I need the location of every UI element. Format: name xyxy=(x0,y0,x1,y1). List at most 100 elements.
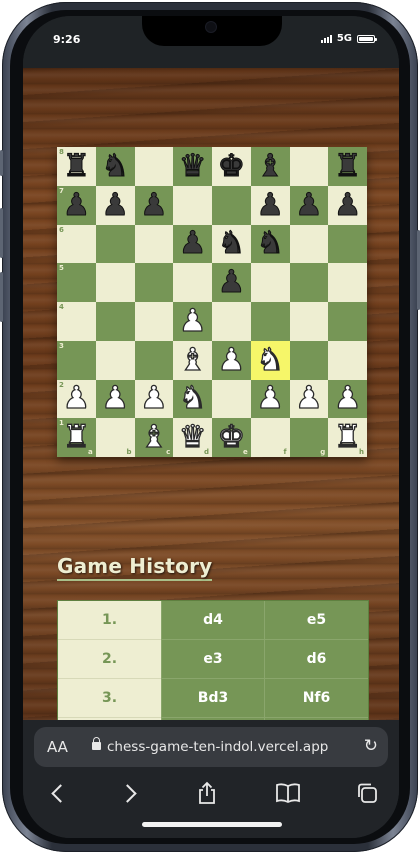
black-pawn-icon[interactable]: ♟ xyxy=(101,189,130,221)
square-f3[interactable]: ♞ xyxy=(250,340,290,380)
bookmarks-button[interactable] xyxy=(268,776,308,810)
square-g4[interactable] xyxy=(289,302,329,341)
square-e7[interactable] xyxy=(212,185,251,225)
square-c3[interactable] xyxy=(134,340,174,380)
square-e2[interactable] xyxy=(212,379,251,419)
square-f4[interactable] xyxy=(250,302,290,341)
square-h1[interactable]: h ♜ xyxy=(328,418,367,457)
white-pawn-icon[interactable]: ♟ xyxy=(294,382,323,414)
square-h2[interactable]: ♟ xyxy=(328,379,367,419)
white-pawn-icon[interactable]: ♟ xyxy=(256,382,285,414)
square-f6[interactable]: ♞ xyxy=(250,224,290,264)
square-g8[interactable] xyxy=(289,147,329,186)
black-pawn-icon[interactable]: ♟ xyxy=(62,189,91,221)
square-h3[interactable] xyxy=(328,340,367,380)
square-d8[interactable]: ♛ xyxy=(173,147,212,186)
square-g7[interactable]: ♟ xyxy=(289,185,329,225)
square-h5[interactable] xyxy=(328,263,367,302)
square-b6[interactable] xyxy=(95,224,135,264)
square-a3[interactable]: 3 xyxy=(57,340,96,380)
black-knight-icon[interactable]: ♞ xyxy=(101,150,130,182)
square-e6[interactable]: ♞ xyxy=(212,224,251,264)
square-e5[interactable]: ♟ xyxy=(212,263,251,302)
square-c7[interactable]: ♟ xyxy=(134,185,174,225)
reload-icon[interactable]: ↻ xyxy=(364,736,378,756)
square-f1[interactable]: f xyxy=(250,418,290,457)
square-b8[interactable]: ♞ xyxy=(95,147,135,186)
square-f7[interactable]: ♟ xyxy=(250,185,290,225)
black-pawn-icon[interactable]: ♟ xyxy=(178,227,207,259)
square-c6[interactable] xyxy=(134,224,174,264)
square-e3[interactable]: ♟ xyxy=(212,340,251,380)
square-b4[interactable] xyxy=(95,302,135,341)
square-e8[interactable]: ♚ xyxy=(212,147,251,186)
square-c8[interactable] xyxy=(134,147,174,186)
black-queen-icon[interactable]: ♛ xyxy=(178,150,207,182)
square-b5[interactable] xyxy=(95,263,135,302)
white-queen-icon[interactable]: ♛ xyxy=(178,421,207,453)
square-f2[interactable]: ♟ xyxy=(250,379,290,419)
square-a1[interactable]: 1 a ♜ xyxy=(57,418,96,457)
square-a7[interactable]: 7 ♟ xyxy=(57,185,96,225)
square-d1[interactable]: d ♛ xyxy=(173,418,212,457)
url-text[interactable]: chess-game-ten-indol.vercel.app xyxy=(107,739,328,755)
square-d6[interactable]: ♟ xyxy=(173,224,212,264)
square-h8[interactable]: ♜ xyxy=(328,147,367,186)
square-b2[interactable]: ♟ xyxy=(95,379,135,419)
square-a2[interactable]: 2 ♟ xyxy=(57,379,96,419)
square-f5[interactable] xyxy=(250,263,290,302)
share-button[interactable] xyxy=(187,776,227,810)
black-rook-icon[interactable]: ♜ xyxy=(333,150,362,182)
white-bishop-icon[interactable]: ♝ xyxy=(139,421,168,453)
white-knight-icon[interactable]: ♞ xyxy=(178,382,207,414)
reader-mode-button[interactable]: AA xyxy=(47,738,68,756)
black-pawn-icon[interactable]: ♟ xyxy=(294,189,323,221)
square-c1[interactable]: c ♝ xyxy=(134,418,174,457)
black-pawn-icon[interactable]: ♟ xyxy=(256,189,285,221)
square-a4[interactable]: 4 xyxy=(57,302,96,341)
white-rook-icon[interactable]: ♜ xyxy=(62,421,91,453)
address-bar[interactable]: AA chess-game-ten-indol.vercel.app ↻ xyxy=(34,727,388,767)
square-d4[interactable]: ♟ xyxy=(173,302,212,341)
square-b1[interactable]: b xyxy=(95,418,135,457)
square-a5[interactable]: 5 xyxy=(57,263,96,302)
square-g2[interactable]: ♟ xyxy=(289,379,329,419)
white-knight-icon[interactable]: ♞ xyxy=(256,343,285,375)
back-button[interactable] xyxy=(38,776,78,810)
black-pawn-icon[interactable]: ♟ xyxy=(139,189,168,221)
black-bishop-icon[interactable]: ♝ xyxy=(256,150,285,182)
black-king-icon[interactable]: ♚ xyxy=(217,150,246,182)
square-h4[interactable] xyxy=(328,302,367,341)
white-rook-icon[interactable]: ♜ xyxy=(333,421,362,453)
black-knight-icon[interactable]: ♞ xyxy=(217,227,246,259)
square-h7[interactable]: ♟ xyxy=(328,185,367,225)
white-pawn-icon[interactable]: ♟ xyxy=(62,382,91,414)
square-g3[interactable] xyxy=(289,340,329,380)
square-h6[interactable] xyxy=(328,224,367,264)
square-g1[interactable]: g xyxy=(289,418,329,457)
square-a6[interactable]: 6 xyxy=(57,224,96,264)
square-c5[interactable] xyxy=(134,263,174,302)
white-pawn-icon[interactable]: ♟ xyxy=(178,305,207,337)
square-a8[interactable]: 8 ♜ xyxy=(57,147,96,186)
square-e1[interactable]: e ♚ xyxy=(212,418,251,457)
black-pawn-icon[interactable]: ♟ xyxy=(333,189,362,221)
black-rook-icon[interactable]: ♜ xyxy=(62,150,91,182)
square-b7[interactable]: ♟ xyxy=(95,185,135,225)
square-d5[interactable] xyxy=(173,263,212,302)
black-pawn-icon[interactable]: ♟ xyxy=(217,266,246,298)
square-d7[interactable] xyxy=(173,185,212,225)
square-d2[interactable]: ♞ xyxy=(173,379,212,419)
white-king-icon[interactable]: ♚ xyxy=(217,421,246,453)
white-pawn-icon[interactable]: ♟ xyxy=(333,382,362,414)
square-c2[interactable]: ♟ xyxy=(134,379,174,419)
square-g6[interactable] xyxy=(289,224,329,264)
square-c4[interactable] xyxy=(134,302,174,341)
square-b3[interactable] xyxy=(95,340,135,380)
square-f8[interactable]: ♝ xyxy=(250,147,290,186)
white-bishop-icon[interactable]: ♝ xyxy=(178,343,207,375)
tabs-button[interactable] xyxy=(347,776,387,810)
forward-button[interactable] xyxy=(109,776,149,810)
white-pawn-icon[interactable]: ♟ xyxy=(139,382,168,414)
white-pawn-icon[interactable]: ♟ xyxy=(101,382,130,414)
